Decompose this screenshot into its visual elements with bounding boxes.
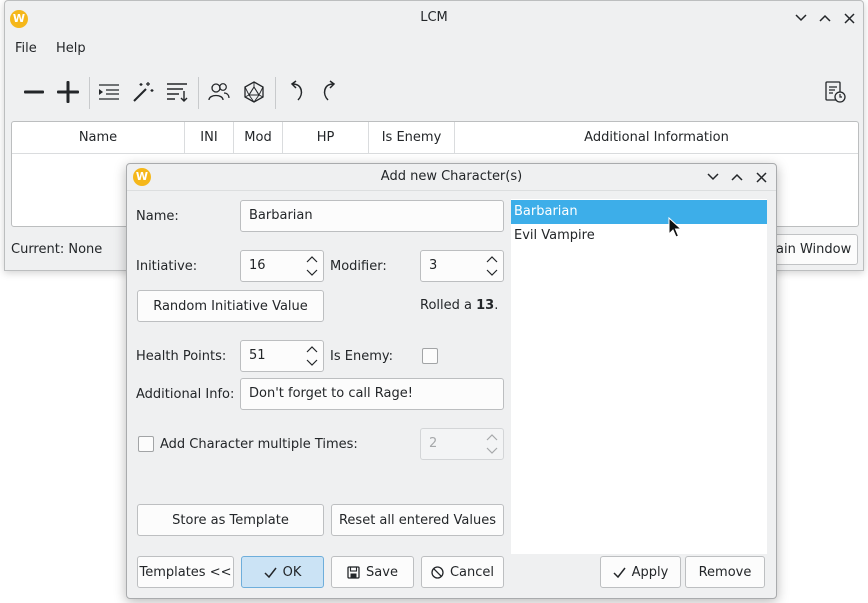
apply-label: Apply — [631, 564, 669, 580]
modifier-label: Modifier: — [330, 259, 387, 274]
apply-button[interactable]: Apply — [600, 556, 681, 588]
name-label: Name: — [136, 209, 179, 224]
insert-list-icon[interactable] — [94, 77, 124, 107]
column-header-is-enemy[interactable]: Is Enemy — [369, 122, 455, 154]
additional-info-input[interactable]: Don't forget to call Rage! — [240, 378, 504, 410]
column-header-hp[interactable]: HP — [283, 122, 369, 154]
users-icon[interactable] — [204, 77, 234, 107]
maximize-icon[interactable] — [816, 9, 834, 27]
save-button[interactable]: Save — [331, 556, 414, 588]
undo-icon[interactable] — [281, 77, 311, 107]
main-titlebar: W LCM — [5, 1, 863, 35]
save-icon — [347, 565, 360, 579]
minimize-icon[interactable] — [704, 168, 722, 186]
checkmark-icon — [613, 567, 626, 578]
templates-toggle-button[interactable]: Templates << — [137, 556, 234, 588]
save-label: Save — [366, 564, 398, 580]
name-input[interactable]: Barbarian — [240, 200, 504, 232]
mouse-pointer-icon — [668, 217, 682, 238]
dice-icon[interactable] — [239, 77, 269, 107]
list-item-evil-vampire[interactable]: Evil Vampire — [511, 224, 767, 248]
multiple-times-spinbox[interactable]: 2 — [420, 428, 504, 460]
health-points-label: Health Points: — [136, 349, 227, 364]
redo-icon[interactable] — [315, 77, 345, 107]
menu-file[interactable]: File — [15, 41, 37, 56]
main-window-button[interactable]: ain Window — [769, 234, 858, 265]
initiative-value: 16 — [249, 258, 266, 273]
close-icon[interactable] — [752, 168, 770, 186]
remove-button[interactable]: Remove — [685, 556, 765, 588]
close-icon[interactable] — [840, 9, 858, 27]
is-enemy-label: Is Enemy: — [330, 349, 393, 364]
health-points-value: 51 — [249, 348, 266, 363]
spin-arrows-icon[interactable] — [485, 254, 499, 278]
modifier-value: 3 — [429, 258, 438, 273]
column-header-ini[interactable]: INI — [185, 122, 234, 154]
initiative-spinbox[interactable]: 16 — [240, 250, 324, 282]
maximize-icon[interactable] — [728, 168, 746, 186]
is-enemy-checkbox[interactable] — [422, 348, 438, 364]
modifier-spinbox[interactable]: 3 — [420, 250, 504, 282]
toolbar-separator — [198, 77, 199, 109]
rolled-text: Rolled a 13. — [420, 298, 498, 313]
cancel-icon — [431, 565, 444, 579]
checkmark-icon — [264, 567, 277, 578]
multiple-times-label: Add Character multiple Times: — [160, 437, 358, 452]
multiple-times-checkbox[interactable] — [138, 436, 154, 452]
add-icon[interactable] — [53, 77, 83, 107]
toolbar-separator — [275, 77, 276, 109]
current-character-label: Current: None — [11, 242, 103, 257]
ok-label: OK — [282, 564, 302, 580]
column-header-additional-info[interactable]: Additional Information — [455, 122, 858, 154]
ok-button[interactable]: OK — [241, 556, 324, 588]
cancel-button[interactable]: Cancel — [421, 556, 504, 588]
rolled-suffix: . — [494, 298, 499, 313]
menu-help[interactable]: Help — [56, 41, 86, 56]
health-points-spinbox[interactable]: 51 — [240, 340, 324, 372]
toolbar-separator — [89, 77, 90, 109]
initiative-label: Initiative: — [136, 259, 198, 274]
dialog-titlebar: W Add new Character(s) — [127, 164, 776, 191]
timer-icon[interactable] — [820, 77, 850, 107]
multiple-times-value: 2 — [429, 436, 438, 451]
store-template-button[interactable]: Store as Template — [137, 504, 324, 536]
cancel-label: Cancel — [449, 564, 495, 580]
list-item-barbarian[interactable]: Barbarian — [511, 200, 767, 224]
spin-arrows-icon — [486, 434, 498, 454]
spin-arrows-icon[interactable] — [305, 254, 319, 278]
additional-info-label: Additional Info: — [136, 387, 235, 402]
random-initiative-button[interactable]: Random Initiative Value — [137, 290, 324, 322]
remove-icon[interactable] — [19, 77, 49, 107]
dialog-title: Add new Character(s) — [380, 169, 523, 184]
minimize-icon[interactable] — [792, 9, 810, 27]
spin-arrows-icon[interactable] — [305, 344, 319, 368]
rolled-prefix: Rolled a — [420, 298, 477, 313]
column-header-name[interactable]: Name — [12, 122, 185, 154]
column-header-mod[interactable]: Mod — [234, 122, 283, 154]
template-list[interactable]: Barbarian Evil Vampire — [511, 199, 767, 554]
reset-values-button[interactable]: Reset all entered Values — [331, 504, 504, 536]
magic-wand-icon[interactable] — [128, 77, 158, 107]
rolled-value: 13 — [476, 298, 495, 313]
window-title: LCM — [420, 10, 448, 25]
sort-icon[interactable] — [162, 77, 192, 107]
